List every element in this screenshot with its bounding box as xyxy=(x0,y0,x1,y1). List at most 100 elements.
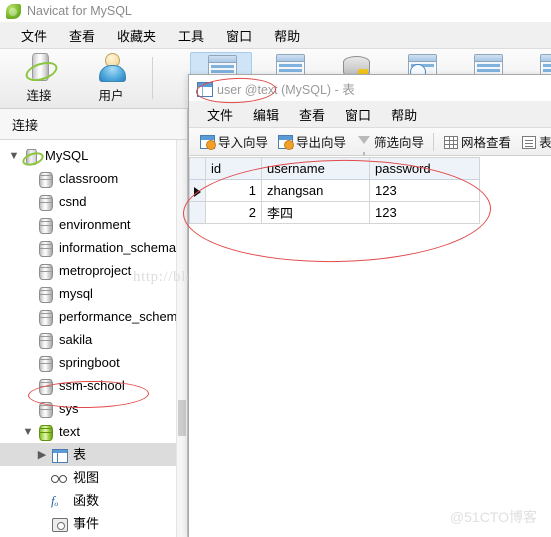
tree-item-springboot[interactable]: springboot xyxy=(0,351,187,374)
child-window-toolbar: 导入向导 导出向导 筛选向导 网格查看 表单查看 xyxy=(189,128,551,156)
view-glasses-icon xyxy=(50,470,68,486)
tree-item-sakila[interactable]: sakila xyxy=(0,328,187,351)
tree-item-information_schema[interactable]: information_schema xyxy=(0,236,187,259)
sidebar: 连接 ▼ MySQL classroom csnd environment informa… xyxy=(0,109,188,537)
cell-username[interactable]: zhangsan xyxy=(261,179,370,202)
cell-password[interactable]: 123 xyxy=(369,179,480,202)
event-icon xyxy=(50,516,68,532)
child-window-titlebar: user @text (MySQL) - 表 xyxy=(189,75,551,101)
tree-item-sys[interactable]: sys xyxy=(0,397,187,420)
export-wizard-label: 导出向导 xyxy=(296,136,347,150)
tree-item-表[interactable]: ▶ 表 xyxy=(0,443,187,466)
tree-item-environment[interactable]: environment xyxy=(0,213,187,236)
tree-item-text[interactable]: ▼ text xyxy=(0,420,187,443)
table-row[interactable]: 1 zhangsan 123 xyxy=(189,179,480,202)
database-icon xyxy=(36,332,54,349)
child-menu-item-window[interactable]: 窗口 xyxy=(335,102,381,127)
column-header-id[interactable]: id xyxy=(205,157,262,180)
database-icon xyxy=(36,286,54,303)
sidebar-header: 连接 xyxy=(0,109,187,140)
tree-item-事件[interactable]: 事件 xyxy=(0,512,187,535)
child-menu-item-edit[interactable]: 编辑 xyxy=(243,102,289,127)
app-titlebar: Navicat for MySQL xyxy=(0,0,551,22)
chevron-down-icon[interactable]: ▼ xyxy=(20,426,36,438)
connection-icon xyxy=(20,148,46,168)
tree-item-label: 视图 xyxy=(73,470,100,485)
toolbar-button-connection[interactable]: 连接 xyxy=(6,52,72,106)
grid-view-icon xyxy=(443,135,459,149)
grid-header-row: id username password xyxy=(189,157,480,180)
sidebar-scrollbar[interactable] xyxy=(176,140,187,537)
menu-item-window[interactable]: 窗口 xyxy=(215,23,263,48)
menu-item-favorites[interactable]: 收藏夹 xyxy=(106,23,167,48)
menu-item-view[interactable]: 查看 xyxy=(58,23,106,48)
tree-item-label: csnd xyxy=(59,194,87,209)
table-icon xyxy=(50,447,68,463)
tree-item-mysql[interactable]: mysql xyxy=(0,282,187,305)
child-window-user-table: user @text (MySQL) - 表 文件 编辑 查看 窗口 帮助 导入… xyxy=(188,74,551,537)
toolbar-label-connection: 连接 xyxy=(26,89,52,103)
tree-item-label: text xyxy=(59,424,80,439)
chevron-right-icon[interactable]: ▶ xyxy=(34,448,50,461)
tree-item-视图[interactable]: 视图 xyxy=(0,466,187,489)
tree-item-label: information_schema xyxy=(59,240,177,255)
database-icon xyxy=(36,378,54,395)
menu-item-help[interactable]: 帮助 xyxy=(263,23,311,48)
child-menu-item-view[interactable]: 查看 xyxy=(289,102,335,127)
navicat-leaf-icon xyxy=(6,3,21,19)
user-icon xyxy=(94,52,128,82)
app-window: Navicat for MySQL 文件 查看 收藏夹 工具 窗口 帮助 连接 … xyxy=(0,0,551,537)
cell-username[interactable]: 李四 xyxy=(261,201,370,224)
chevron-down-icon[interactable]: ▼ xyxy=(6,150,22,162)
tree-item-performance_schema[interactable]: performance_schema xyxy=(0,305,187,328)
sidebar-scrollbar-thumb[interactable] xyxy=(178,400,186,436)
row-selector-cell[interactable] xyxy=(189,179,206,202)
tree-item-classroom[interactable]: classroom xyxy=(0,167,187,190)
tree-item-label: 函数 xyxy=(73,493,100,508)
column-header-password[interactable]: password xyxy=(369,157,480,180)
cell-id[interactable]: 2 xyxy=(205,201,262,224)
database-icon xyxy=(36,401,54,418)
database-icon xyxy=(36,355,54,372)
current-row-marker-icon xyxy=(194,186,201,197)
app-menubar: 文件 查看 收藏夹 工具 窗口 帮助 xyxy=(0,22,551,49)
row-selector-cell[interactable] xyxy=(189,201,206,224)
connection-icon xyxy=(22,52,60,85)
grid-view-button[interactable]: 网格查看 xyxy=(438,132,516,151)
child-menu-item-file[interactable]: 文件 xyxy=(197,102,243,127)
filter-wizard-label: 筛选向导 xyxy=(374,136,425,150)
tree-item-metroproject[interactable]: metroproject xyxy=(0,259,187,282)
toolbar-button-user[interactable]: 用户 xyxy=(78,52,144,106)
export-wizard-button[interactable]: 导出向导 xyxy=(273,132,351,151)
tree-item-MySQL[interactable]: ▼ MySQL xyxy=(0,144,187,168)
import-wizard-label: 导入向导 xyxy=(218,136,269,150)
database-icon xyxy=(36,240,54,257)
tree-item-label: springboot xyxy=(59,355,120,370)
menu-item-file[interactable]: 文件 xyxy=(10,23,58,48)
tree-item-ssm-school[interactable]: ssm-school xyxy=(0,374,187,397)
data-grid-area: id username password 1 zhangsan 123 2 李四 123 xyxy=(189,157,551,537)
app-title: Navicat for MySQL xyxy=(27,4,132,18)
tree-item-csnd[interactable]: csnd xyxy=(0,190,187,213)
function-icon: fₒ xyxy=(51,492,59,508)
cell-id[interactable]: 1 xyxy=(205,179,262,202)
connection-tree: ▼ MySQL classroom csnd environment informatio… xyxy=(0,140,187,537)
export-wizard-icon xyxy=(278,134,295,150)
form-view-label: 表单查看 xyxy=(539,136,551,150)
tree-item-label: classroom xyxy=(59,171,119,186)
cell-password[interactable]: 123 xyxy=(369,201,480,224)
form-view-button[interactable]: 表单查看 xyxy=(516,132,551,151)
child-menu-item-help[interactable]: 帮助 xyxy=(381,102,427,127)
data-grid: id username password 1 zhangsan 123 2 李四 123 xyxy=(189,157,480,224)
tree-item-label: 事件 xyxy=(73,516,100,531)
menu-item-tools[interactable]: 工具 xyxy=(167,23,215,48)
table-row[interactable]: 2 李四 123 xyxy=(189,201,480,224)
row-selector-header xyxy=(189,157,206,180)
filter-wizard-button[interactable]: 筛选向导 xyxy=(351,132,429,155)
column-header-username[interactable]: username xyxy=(261,157,370,180)
tree-item-函数[interactable]: fₒ 函数 xyxy=(0,489,187,512)
tree-item-label: mysql xyxy=(59,286,93,301)
tree-item-label: performance_schema xyxy=(59,309,185,324)
import-wizard-button[interactable]: 导入向导 xyxy=(195,132,273,151)
database-icon xyxy=(36,217,54,234)
